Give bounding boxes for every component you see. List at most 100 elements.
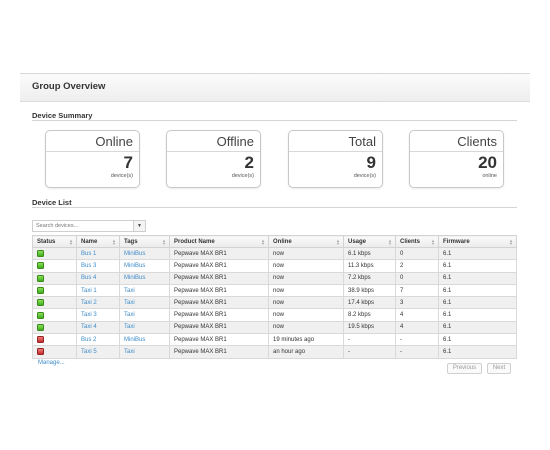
- card-value: 9: [366, 153, 376, 172]
- card-unit: device(s): [353, 173, 376, 179]
- column-header-tags[interactable]: Tags ▲ ▼: [119, 235, 170, 248]
- cell-status: [32, 333, 77, 347]
- sort-icon: ▲ ▼: [509, 238, 513, 246]
- cell-tags: Taxi: [119, 308, 170, 322]
- cell-firmware: 6.1: [438, 283, 517, 298]
- tags-value[interactable]: MiniBus: [124, 251, 145, 257]
- name-value[interactable]: Taxi 5: [81, 349, 97, 355]
- tags-value[interactable]: MiniBus: [124, 263, 145, 269]
- column-label: Firmware: [443, 238, 470, 245]
- table-row[interactable]: Taxi 1 Taxi Pepwave MAX BR1 now 38.9 kbps 7 6.…: [32, 283, 517, 298]
- table-row[interactable]: Bus 4 MiniBus Pepwave MAX BR1 now 7.2 kbps 0 6…: [32, 271, 517, 285]
- card-unit: online: [482, 173, 497, 179]
- name-value[interactable]: Taxi 4: [81, 324, 97, 330]
- clients-value: 4: [400, 324, 404, 331]
- search-input[interactable]: [33, 221, 133, 231]
- cell-name: Bus 2: [76, 333, 120, 347]
- sort-icon: ▲ ▼: [69, 238, 73, 246]
- cell-tags: Taxi: [119, 320, 170, 335]
- tags-value[interactable]: MiniBus: [124, 275, 145, 281]
- chevron-down-icon[interactable]: ▼: [133, 221, 145, 231]
- cell-product-name: Pepwave MAX BR1: [169, 296, 269, 310]
- column-header-usage[interactable]: Usage ▲ ▼: [343, 235, 396, 248]
- manage-link[interactable]: Manage...: [38, 360, 65, 366]
- name-value[interactable]: Taxi 1: [81, 288, 97, 294]
- name-value[interactable]: Taxi 3: [81, 312, 97, 318]
- tags-value[interactable]: Taxi: [124, 324, 135, 330]
- cell-clients: 0: [395, 271, 439, 285]
- online-value: now: [273, 299, 285, 306]
- column-header-status[interactable]: Status ▲ ▼: [32, 235, 77, 248]
- cell-usage: 17.4 kbps: [343, 296, 396, 310]
- card-value: 20: [478, 153, 497, 172]
- tags-value[interactable]: Taxi: [124, 349, 135, 355]
- name-value[interactable]: Bus 2: [81, 337, 96, 343]
- column-header-clients[interactable]: Clients ▲ ▼: [395, 235, 439, 248]
- table-row[interactable]: Taxi 4 Taxi Pepwave MAX BR1 now 19.5 kbps 4 6.…: [32, 320, 517, 335]
- column-label: Product Name: [174, 238, 215, 245]
- name-value[interactable]: Bus 4: [81, 275, 96, 281]
- tags-value[interactable]: Taxi: [124, 288, 135, 294]
- cell-name: Taxi 1: [76, 283, 120, 298]
- firmware-value: 6.1: [443, 312, 452, 319]
- cell-status: [32, 259, 77, 273]
- column-header-product-name[interactable]: Product Name ▲ ▼: [169, 235, 269, 248]
- cell-usage: -: [343, 345, 396, 359]
- cell-usage: 8.2 kbps: [343, 308, 396, 322]
- search-box: ▼: [32, 220, 146, 232]
- card-unit: device(s): [231, 173, 254, 179]
- table-row[interactable]: Bus 2 MiniBus Pepwave MAX BR1 19 minutes ag…: [32, 333, 517, 347]
- table-header-row: Status ▲ ▼ Name ▲ ▼ Tags ▲ ▼ Product Name ▲ ▼ On…: [32, 235, 517, 248]
- cell-firmware: 6.1: [438, 296, 517, 310]
- cell-online: now: [268, 308, 344, 322]
- page-title: Group Overview: [32, 81, 106, 92]
- cell-tags: MiniBus: [119, 271, 170, 285]
- column-header-online[interactable]: Online ▲ ▼: [268, 235, 344, 248]
- column-label: Online: [273, 238, 292, 245]
- table-row[interactable]: Taxi 3 Taxi Pepwave MAX BR1 now 8.2 kbps 4 6.1: [32, 308, 517, 322]
- product-name-value: Pepwave MAX BR1: [174, 262, 227, 269]
- name-value[interactable]: Taxi 2: [81, 300, 97, 306]
- cell-status: [32, 271, 77, 285]
- cell-firmware: 6.1: [438, 345, 517, 359]
- tags-value[interactable]: Taxi: [124, 300, 135, 306]
- usage-value: 11.3 kbps: [348, 262, 374, 269]
- previous-button[interactable]: Previous: [447, 363, 482, 374]
- table-row[interactable]: Taxi 2 Taxi Pepwave MAX BR1 now 17.4 kbps 3 6.…: [32, 296, 517, 310]
- cell-usage: -: [343, 333, 396, 347]
- clients-value: -: [400, 336, 402, 343]
- next-button[interactable]: Next: [487, 363, 511, 374]
- sort-icon: ▲ ▼: [112, 238, 116, 246]
- summary-card-offline: Offline 2 device(s): [166, 130, 261, 188]
- cell-product-name: Pepwave MAX BR1: [169, 246, 269, 261]
- summary-card-total: Total 9 device(s): [288, 130, 383, 188]
- cell-firmware: 6.1: [438, 308, 517, 322]
- card-title: Clients: [410, 131, 503, 152]
- clients-value: 0: [400, 275, 404, 282]
- card-title: Total: [289, 131, 382, 152]
- firmware-value: 6.1: [443, 262, 452, 269]
- cell-tags: Taxi: [119, 283, 170, 298]
- table-row[interactable]: Taxi 5 Taxi Pepwave MAX BR1 an hour ago - - 6.…: [32, 345, 517, 359]
- cell-clients: 2: [395, 259, 439, 273]
- device-list-title: Device List: [32, 198, 72, 207]
- table-row[interactable]: Bus 3 MiniBus Pepwave MAX BR1 now 11.3 kbps 2…: [32, 259, 517, 273]
- cell-firmware: 6.1: [438, 259, 517, 273]
- status-online-icon: [37, 311, 44, 319]
- column-header-name[interactable]: Name ▲ ▼: [76, 235, 120, 248]
- usage-value: -: [348, 349, 350, 356]
- tags-value[interactable]: Taxi: [124, 312, 135, 318]
- status-offline-icon: [37, 348, 44, 356]
- clients-value: 3: [400, 299, 404, 306]
- table-row[interactable]: Bus 1 MiniBus Pepwave MAX BR1 now 6.1 kbps 0 6…: [32, 246, 517, 261]
- name-value[interactable]: Bus 1: [81, 251, 96, 257]
- card-unit: device(s): [110, 173, 133, 179]
- tags-value[interactable]: MiniBus: [124, 337, 145, 343]
- usage-value: 8.2 kbps: [348, 312, 371, 319]
- status-online-icon: [37, 250, 44, 258]
- column-header-firmware[interactable]: Firmware ▲ ▼: [438, 235, 517, 248]
- name-value[interactable]: Bus 3: [81, 263, 96, 269]
- cell-tags: Taxi: [119, 345, 170, 359]
- usage-value: -: [348, 336, 350, 343]
- online-value: now: [273, 287, 285, 294]
